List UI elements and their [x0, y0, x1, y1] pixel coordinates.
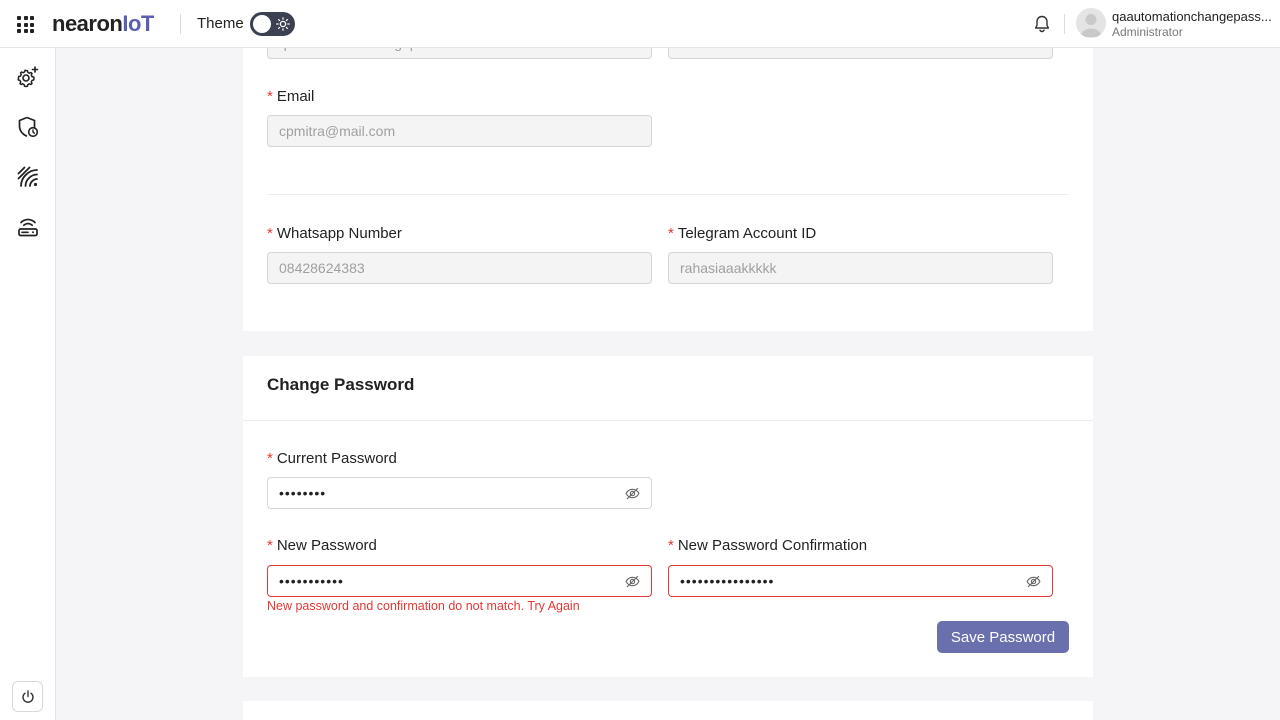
theme-toggle[interactable] — [250, 12, 295, 36]
confirm-password-value: •••••••••••••••• — [680, 573, 775, 589]
signal-waves-icon[interactable] — [16, 165, 40, 189]
confirm-password-label: * New Password Confirmation — [668, 537, 867, 554]
telegram-field[interactable]: rahasiaaakkkkk — [668, 252, 1053, 284]
sun-icon — [276, 17, 290, 31]
required-marker: * — [668, 225, 674, 242]
card-header-divider — [243, 420, 1093, 421]
required-marker: * — [668, 537, 674, 554]
user-name: qaautomationchangepass... — [1112, 9, 1272, 24]
theme-label: Theme — [197, 15, 244, 32]
user-role: Administrator — [1112, 25, 1183, 39]
new-password-field[interactable]: ••••••••••• — [267, 565, 652, 597]
save-password-button[interactable]: Save Password — [937, 621, 1069, 653]
required-marker: * — [267, 537, 273, 554]
logo-suffix: IoT — [122, 11, 154, 36]
telegram-label-text: Telegram Account ID — [677, 225, 817, 242]
required-marker: * — [267, 450, 273, 467]
user-menu[interactable]: qaautomationchangepass... Administrator — [1076, 8, 1280, 42]
header-divider-2 — [1064, 14, 1065, 34]
whatsapp-label-text: Whatsapp Number — [276, 225, 402, 242]
email-field[interactable]: cpmitra@mail.com — [267, 115, 652, 147]
email-label: * Email — [267, 88, 314, 105]
top-bar: nearonIoT Theme qaautomationchangepass..… — [0, 0, 1280, 48]
whatsapp-label: * Whatsapp Number — [267, 225, 402, 242]
apps-grid-icon[interactable] — [17, 16, 34, 33]
user-avatar-icon — [1076, 8, 1106, 38]
current-password-label: * Current Password — [267, 450, 397, 467]
eye-off-icon[interactable] — [625, 574, 640, 589]
app-logo[interactable]: nearonIoT — [52, 11, 154, 37]
eye-off-icon[interactable] — [625, 486, 640, 501]
telegram-label: * Telegram Account ID — [668, 225, 816, 242]
confirm-password-label-text: New Password Confirmation — [677, 537, 868, 554]
next-card — [243, 701, 1093, 720]
profile-card: qaautomationchangepasswordmitra automati… — [243, 0, 1093, 331]
settings-gear-icon[interactable] — [16, 65, 40, 89]
required-marker: * — [267, 88, 273, 105]
email-label-text: Email — [276, 88, 315, 105]
shield-clock-icon[interactable] — [16, 115, 40, 139]
bell-icon[interactable] — [1032, 14, 1052, 34]
current-password-field[interactable]: •••••••• — [267, 477, 652, 509]
eye-off-icon[interactable] — [1026, 574, 1041, 589]
router-wifi-icon[interactable] — [16, 215, 40, 239]
power-button[interactable] — [12, 681, 43, 712]
power-icon — [21, 689, 34, 703]
required-marker: * — [267, 225, 273, 242]
confirm-password-field[interactable]: •••••••••••••••• — [668, 565, 1053, 597]
toggle-knob — [253, 15, 271, 33]
section-divider — [267, 194, 1069, 195]
current-password-label-text: Current Password — [276, 450, 397, 467]
whatsapp-field[interactable]: 08428624383 — [267, 252, 652, 284]
current-password-value: •••••••• — [279, 485, 327, 501]
logo-brand: nearon — [52, 11, 123, 36]
new-password-value: ••••••••••• — [279, 573, 344, 589]
header-divider — [180, 14, 181, 34]
new-password-label-text: New Password — [276, 537, 377, 554]
password-mismatch-error: New password and confirmation do not mat… — [267, 599, 580, 613]
new-password-label: * New Password — [267, 537, 377, 554]
change-password-card: Change Password * Current Password ••••••… — [243, 356, 1093, 677]
sidebar — [0, 48, 56, 720]
change-password-title: Change Password — [267, 375, 415, 394]
